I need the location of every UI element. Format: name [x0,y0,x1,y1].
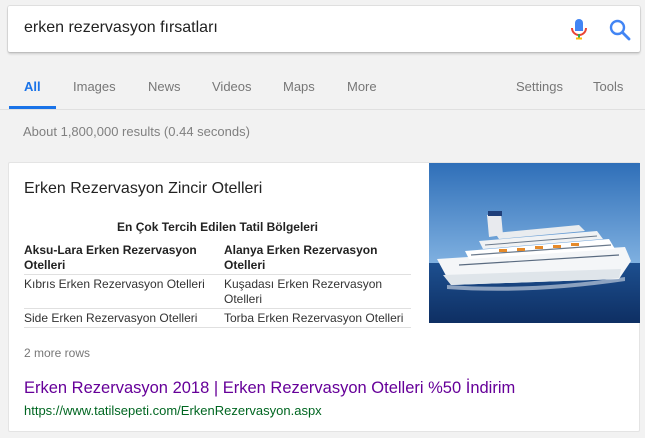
tab-all[interactable]: All [24,79,41,94]
snippet-table: En Çok Tercih Edilen Tatil Bölgeleri Aks… [24,220,411,328]
table-cell: Kıbrıs Erken Rezervasyon Otelleri [24,277,205,291]
microphone-icon[interactable] [569,18,589,40]
cruise-ship-image[interactable] [429,163,640,323]
table-cell: Alanya Erken Rezervasyon Otelleri [224,243,378,272]
tab-settings[interactable]: Settings [516,79,563,94]
table-cell: Aksu-Lara Erken Rezervasyon Otelleri [24,243,197,272]
tab-more[interactable]: More [347,79,377,94]
snippet-title: Erken Rezervasyon Zincir Otelleri [24,180,263,197]
table-cell: Torba Erken Rezervasyon Otelleri [224,311,404,325]
search-tabs: All Images News Videos Maps More Setting… [0,66,645,110]
tab-images[interactable]: Images [73,79,116,94]
tab-tools[interactable]: Tools [593,79,623,94]
table-caption: En Çok Tercih Edilen Tatil Bölgeleri [117,220,318,234]
result-title-link[interactable]: Erken Rezervasyon 2018 | Erken Rezervasy… [24,379,515,398]
tab-maps[interactable]: Maps [283,79,315,94]
search-box[interactable]: erken rezervasyon fırsatları [8,6,640,52]
table-row: Aksu-Lara Erken Rezervasyon Otelleri Ala… [24,241,411,275]
active-tab-indicator [9,106,56,109]
search-icon[interactable] [608,18,632,42]
table-cell: Kuşadası Erken Rezervasyon Otelleri [224,277,383,306]
result-url: https://www.tatilsepeti.com/ErkenRezerva… [24,403,322,418]
result-stats: About 1,800,000 results (0.44 seconds) [23,124,250,139]
table-row: Kıbrıs Erken Rezervasyon Otelleri Kuşada… [24,275,411,309]
tab-videos[interactable]: Videos [212,79,252,94]
table-row: Side Erken Rezervasyon Otelleri Torba Er… [24,309,411,328]
table-cell: Side Erken Rezervasyon Otelleri [24,311,198,325]
more-rows-link[interactable]: 2 more rows [24,346,90,360]
tab-news[interactable]: News [148,79,181,94]
featured-snippet-card: Erken Rezervasyon Zincir Otelleri En Çok… [8,162,640,432]
search-input[interactable]: erken rezervasyon fırsatları [24,19,218,37]
